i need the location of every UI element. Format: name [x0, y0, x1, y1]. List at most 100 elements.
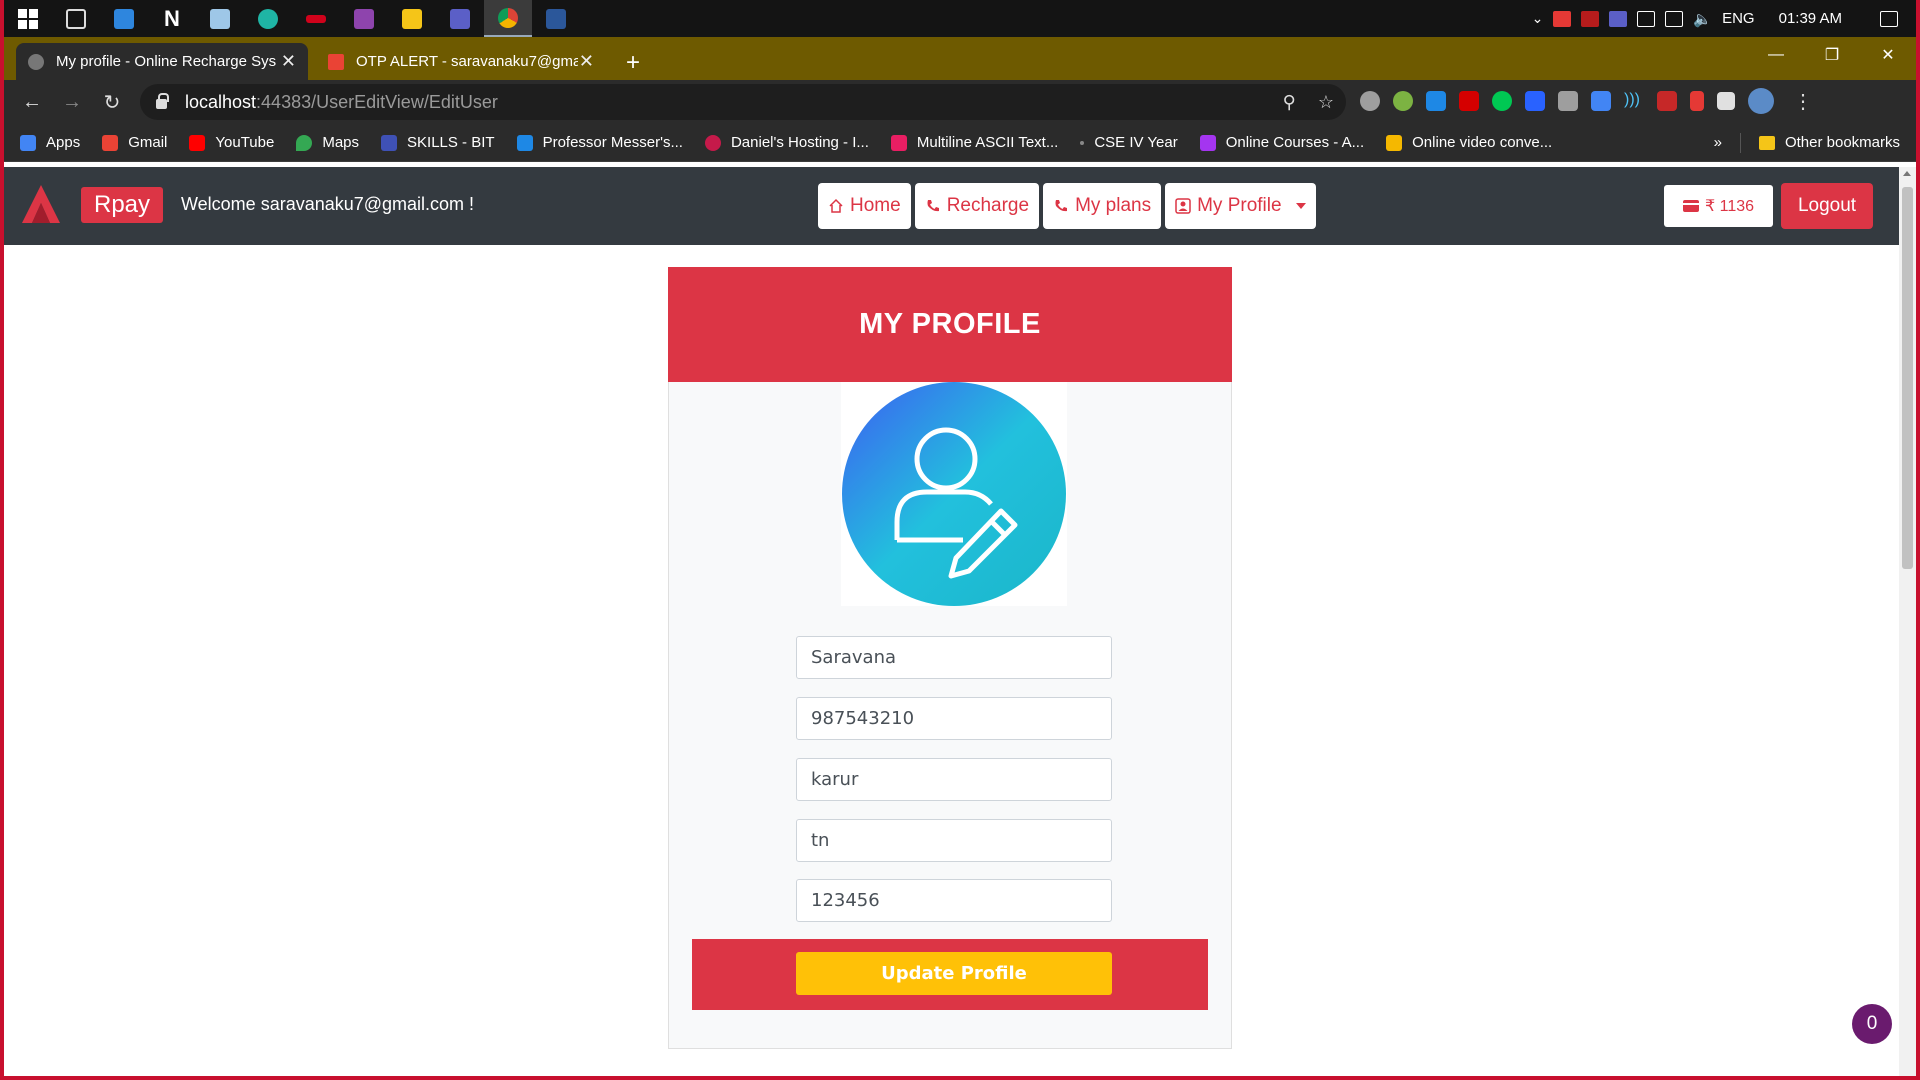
- bookmark-item[interactable]: Apps: [20, 134, 80, 151]
- lock-icon[interactable]: [156, 93, 169, 109]
- phone-icon: [1055, 200, 1068, 212]
- main-nav: Home Recharge My plans My Profile: [818, 183, 1316, 229]
- welcome-message: Welcome saravanaku7@gmail.com !: [181, 194, 475, 214]
- notifications-icon[interactable]: [1880, 10, 1898, 27]
- scrollbar-thumb[interactable]: [1902, 187, 1913, 569]
- pincode-field[interactable]: [796, 879, 1112, 922]
- bookmark-label: Daniel's Hosting - I...: [730, 134, 869, 151]
- extension-icon[interactable]: [1558, 91, 1578, 111]
- other-bookmarks[interactable]: Other bookmarks: [1758, 134, 1900, 151]
- nav-recharge[interactable]: Recharge: [914, 183, 1040, 229]
- wallet-balance[interactable]: ₹ 1136: [1664, 185, 1773, 227]
- scroll-up-arrow-icon[interactable]: [1903, 171, 1911, 176]
- windows-start-icon[interactable]: [4, 0, 52, 37]
- back-icon[interactable]: ←: [12, 82, 52, 122]
- video-converter-icon: [1386, 134, 1403, 151]
- site-logo-icon[interactable]: [20, 183, 62, 225]
- update-profile-button[interactable]: Update Profile: [796, 952, 1112, 995]
- clock[interactable]: 01:39 AM: [1779, 10, 1842, 27]
- tab-otp-alert[interactable]: OTP ALERT - saravanaku7@gmail ✕: [316, 43, 606, 80]
- tray-app-icon-red[interactable]: [1553, 10, 1572, 27]
- bookmark-item[interactable]: Online video conve...: [1386, 134, 1552, 151]
- extension-icon[interactable]: [1426, 91, 1446, 111]
- folder-icon: [1758, 135, 1775, 150]
- extension-icon[interactable]: [1393, 91, 1413, 111]
- forward-icon[interactable]: →: [52, 82, 92, 122]
- extension-icon[interactable]: [1459, 91, 1479, 111]
- bookmark-item[interactable]: Daniel's Hosting - I...: [704, 134, 869, 151]
- extension-icon[interactable]: [1657, 91, 1677, 111]
- network-icon[interactable]: [1665, 10, 1684, 27]
- bookmark-item[interactable]: Online Courses - A...: [1199, 134, 1365, 151]
- teams-icon[interactable]: [436, 0, 484, 37]
- gmail-icon: [102, 134, 119, 151]
- word-icon[interactable]: [532, 0, 580, 37]
- bookmark-item[interactable]: YouTube: [189, 134, 274, 151]
- restore-icon[interactable]: ❐: [1804, 37, 1860, 73]
- close-window-icon[interactable]: ✕: [1860, 37, 1916, 73]
- new-tab-icon[interactable]: +: [626, 49, 640, 77]
- page-scrollbar[interactable]: [1899, 167, 1916, 1076]
- photos-icon[interactable]: [196, 0, 244, 37]
- address-bar[interactable]: localhost:44383/UserEditView/EditUser ⚲ …: [140, 84, 1346, 120]
- close-tab-icon[interactable]: ✕: [579, 51, 594, 72]
- chevron-down-icon: [1295, 203, 1306, 209]
- extension-icon[interactable]: [1360, 91, 1380, 111]
- state-field[interactable]: [796, 819, 1112, 862]
- submit-area: Update Profile: [692, 939, 1208, 1010]
- teams-tray-icon[interactable]: [1609, 10, 1628, 27]
- bookmark-item[interactable]: Gmail: [102, 134, 167, 151]
- bookmark-label: Online Courses - A...: [1225, 134, 1365, 151]
- extension-icon[interactable]: [1525, 91, 1545, 111]
- battery-icon[interactable]: [1637, 10, 1656, 27]
- phone-field[interactable]: [796, 697, 1112, 740]
- chevron-up-icon[interactable]: ⌄: [1532, 10, 1544, 27]
- zoom-icon[interactable]: ⚲: [1283, 92, 1296, 113]
- gmail-icon: [328, 53, 344, 70]
- name-field[interactable]: [796, 636, 1112, 679]
- app-icon-blue[interactable]: [100, 0, 148, 37]
- wallet-icon: [1682, 200, 1699, 212]
- bookmark-item[interactable]: Multiline ASCII Text...: [890, 134, 1058, 151]
- close-tab-icon[interactable]: ✕: [281, 51, 296, 72]
- extension-icon[interactable]: ))): [1624, 91, 1644, 111]
- profile-avatar[interactable]: [1748, 88, 1774, 114]
- reload-icon[interactable]: ↻: [92, 82, 132, 122]
- balance-amount: ₹ 1136: [1704, 198, 1755, 215]
- city-field[interactable]: [796, 758, 1112, 801]
- bookmark-item[interactable]: Professor Messer's...: [516, 134, 683, 151]
- bookmark-label: SKILLS - BIT: [407, 134, 495, 151]
- extension-icon[interactable]: [1690, 91, 1704, 111]
- app-icon-red[interactable]: [292, 0, 340, 37]
- tray-app-icon-dark-red[interactable]: [1581, 10, 1600, 27]
- bookmarks-overflow-chevron-icon[interactable]: »: [1714, 134, 1722, 151]
- bookmark-item[interactable]: CSE IV Year: [1080, 134, 1178, 151]
- menu-icon[interactable]: ⋮: [1793, 89, 1813, 114]
- volume-icon[interactable]: 🔈: [1693, 10, 1712, 28]
- tab-title: OTP ALERT - saravanaku7@gmail: [356, 53, 578, 70]
- extensions-puzzle-icon[interactable]: [1717, 92, 1735, 110]
- chrome-icon[interactable]: [484, 0, 532, 37]
- language-indicator[interactable]: ENG: [1722, 10, 1755, 27]
- nav-my-plans[interactable]: My plans: [1043, 183, 1162, 229]
- window-controls: — ❐ ✕: [1748, 37, 1916, 73]
- logout-button[interactable]: Logout: [1781, 183, 1873, 229]
- visual-studio-icon[interactable]: [340, 0, 388, 37]
- extension-icon[interactable]: [1492, 91, 1512, 111]
- bookmark-item[interactable]: Maps: [296, 134, 359, 151]
- profile-photo: [841, 382, 1067, 606]
- nav-my-profile-dropdown[interactable]: My Profile: [1165, 183, 1316, 229]
- edit-user-icon: [842, 382, 1066, 606]
- edge-icon[interactable]: [244, 0, 292, 37]
- translate-icon[interactable]: [1591, 91, 1611, 111]
- minimize-icon[interactable]: —: [1748, 37, 1804, 73]
- file-explorer-icon[interactable]: [388, 0, 436, 37]
- tab-my-profile[interactable]: My profile - Online Recharge Sys ✕: [16, 43, 308, 80]
- bookmark-item[interactable]: SKILLS - BIT: [381, 134, 495, 151]
- notification-counter-badge[interactable]: 0: [1852, 1004, 1892, 1044]
- task-view-icon[interactable]: [52, 0, 100, 37]
- brand-button[interactable]: Rpay: [81, 187, 163, 223]
- nav-home[interactable]: Home: [818, 183, 911, 229]
- app-icon-n[interactable]: N: [148, 0, 196, 37]
- bookmark-star-icon[interactable]: ☆: [1318, 92, 1334, 113]
